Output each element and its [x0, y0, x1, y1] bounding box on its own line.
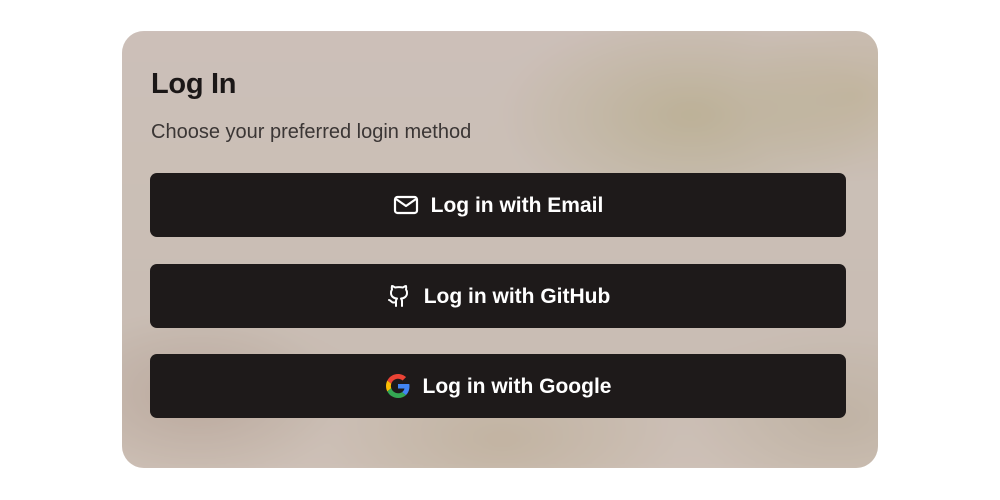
login-email-button[interactable]: Log in with Email	[150, 173, 846, 237]
login-card: Log In Choose your preferred login metho…	[122, 31, 878, 468]
github-icon	[386, 283, 412, 309]
login-github-label: Log in with GitHub	[423, 284, 611, 308]
page-subtitle: Choose your preferred login method	[151, 121, 472, 143]
mail-icon	[393, 192, 419, 218]
page-title: Log In	[151, 68, 237, 100]
login-github-button[interactable]: Log in with GitHub	[150, 264, 846, 328]
google-icon	[385, 373, 411, 399]
login-email-label: Log in with Email	[430, 193, 604, 217]
login-google-label: Log in with Google	[422, 374, 612, 398]
login-google-button[interactable]: Log in with Google	[150, 354, 846, 418]
card-content: Log In Choose your preferred login metho…	[122, 31, 878, 468]
